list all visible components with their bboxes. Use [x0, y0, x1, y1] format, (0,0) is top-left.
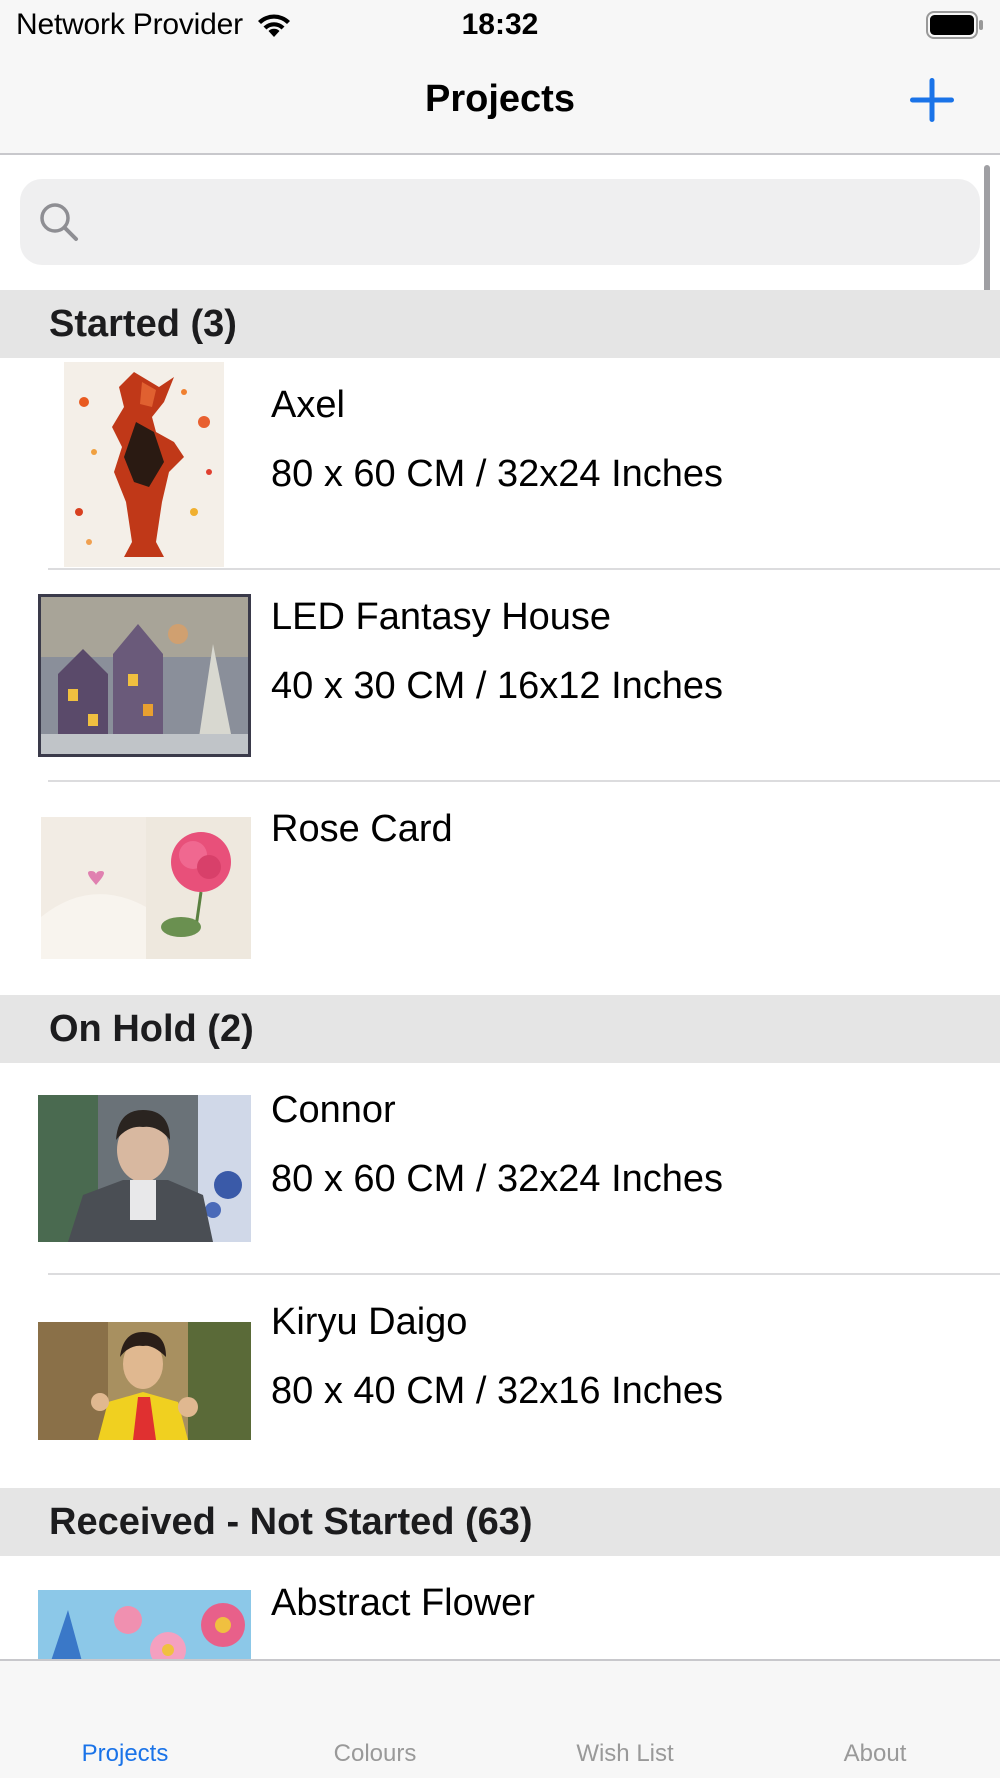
tab-wish-list[interactable]: Wish List [500, 1661, 750, 1778]
project-title: Abstract Flower [271, 1582, 535, 1624]
tab-label: Colours [333, 1740, 417, 1767]
section-header-on-hold: On Hold (2) [0, 995, 1000, 1063]
search-bar[interactable] [20, 179, 980, 265]
projects-list[interactable]: Started (3) Axel 80 x 60 CM / 32x24 Inch… [0, 155, 1000, 1659]
tab-about[interactable]: About [750, 1661, 1000, 1778]
tab-label: Projects [81, 1740, 169, 1767]
project-thumbnail [38, 594, 251, 757]
project-size: 80 x 60 CM / 32x24 Inches [271, 1158, 724, 1200]
battery-icon [926, 11, 983, 39]
project-title: LED Fantasy House [271, 596, 612, 638]
project-thumbnail [38, 1095, 251, 1242]
project-title: Connor [271, 1089, 396, 1131]
plus-icon [910, 78, 954, 122]
add-project-button[interactable] [908, 76, 956, 124]
project-row-kiryu-daigo[interactable]: Kiryu Daigo 80 x 40 CM / 32x16 Inches [0, 1275, 1000, 1487]
tab-colours[interactable]: Colours [250, 1661, 500, 1778]
scroll-indicator[interactable] [984, 165, 990, 293]
section-header-received-not-started: Received - Not Started (63) [0, 1488, 1000, 1556]
search-input[interactable] [94, 179, 964, 265]
search-icon [40, 203, 78, 241]
project-thumbnail [64, 362, 224, 567]
project-row-axel[interactable]: Axel 80 x 60 CM / 32x24 Inches [0, 358, 1000, 570]
project-title: Kiryu Daigo [271, 1301, 468, 1343]
tab-label: Wish List [576, 1740, 674, 1767]
project-row-rose-card[interactable]: Rose Card [0, 782, 1000, 994]
clock: 18:32 [461, 8, 539, 41]
project-thumbnail [41, 817, 251, 959]
project-title: Rose Card [271, 808, 453, 850]
project-row-abstract-flower[interactable]: Abstract Flower [0, 1556, 1000, 1659]
project-row-connor[interactable]: Connor 80 x 60 CM / 32x24 Inches [0, 1063, 1000, 1275]
page-title: Projects [425, 78, 575, 120]
tab-bar: Projects Colours Wish List About [0, 1659, 1000, 1778]
section-header-label: Started (3) [49, 303, 237, 345]
project-thumbnail [38, 1590, 251, 1659]
status-bar: Network Provider 18:32 [0, 0, 1000, 52]
project-size: 40 x 30 CM / 16x12 Inches [271, 665, 724, 707]
project-size: 80 x 40 CM / 32x16 Inches [271, 1370, 724, 1412]
project-thumbnail [38, 1322, 251, 1440]
tab-projects[interactable]: Projects [0, 1661, 250, 1778]
section-header-started: Started (3) [0, 290, 1000, 358]
navigation-bar: Projects [0, 52, 1000, 155]
section-header-label: On Hold (2) [49, 1008, 254, 1050]
tab-label: About [843, 1740, 907, 1767]
project-row-led-fantasy-house[interactable]: LED Fantasy House 40 x 30 CM / 16x12 Inc… [0, 570, 1000, 782]
section-header-label: Received - Not Started (63) [49, 1501, 533, 1543]
project-title: Axel [271, 384, 345, 426]
project-size: 80 x 60 CM / 32x24 Inches [271, 453, 724, 495]
